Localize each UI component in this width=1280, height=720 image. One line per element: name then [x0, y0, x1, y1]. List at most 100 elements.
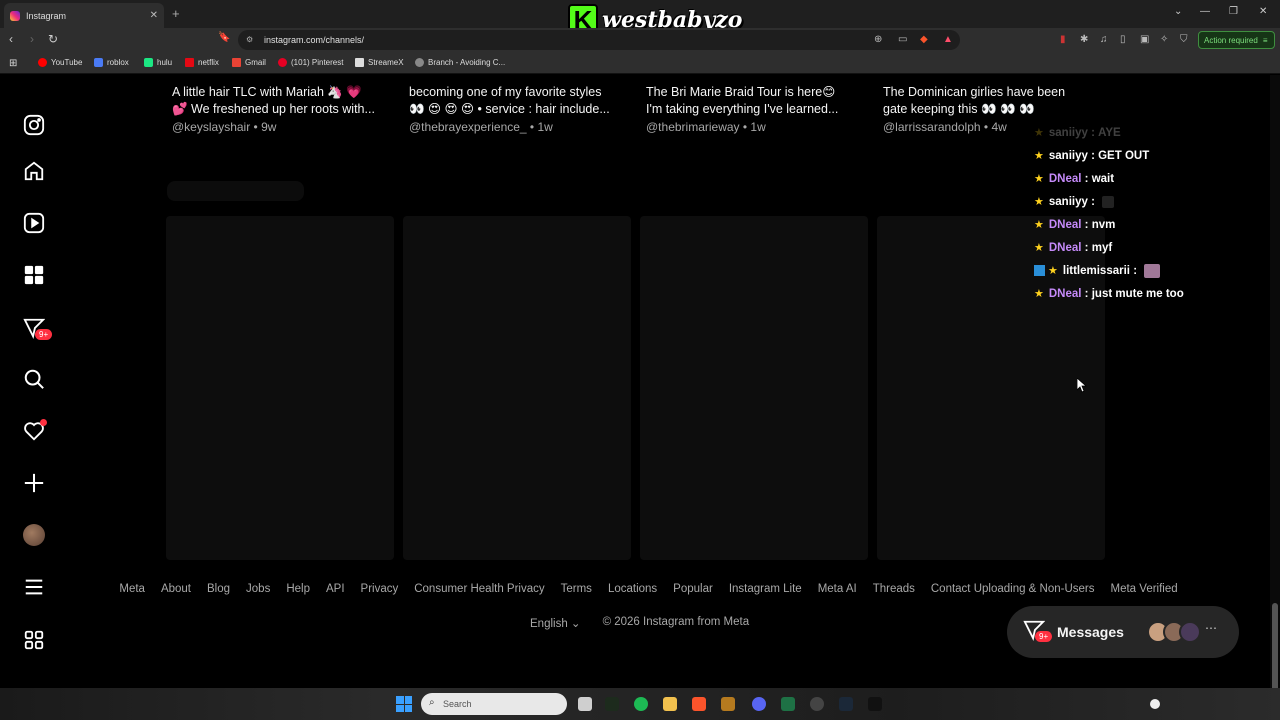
heart-icon[interactable]	[21, 418, 47, 444]
close-window-icon[interactable]: ✕	[1259, 6, 1267, 17]
explore-grid-icon[interactable]	[21, 262, 47, 288]
card-title[interactable]: A little hair TLC with Mariah 🦄 💗 💕 We f…	[172, 84, 392, 118]
windows-start-icon[interactable]	[396, 696, 412, 712]
taskbar-search[interactable]: ⌕ Search	[421, 693, 567, 715]
footer-link[interactable]: Instagram Lite	[729, 583, 802, 595]
vpn-icon[interactable]: ⛉	[1180, 34, 1188, 45]
bookmark-roblox[interactable]: roblox	[94, 58, 129, 67]
card-author[interactable]: @thebrayexperience_	[409, 120, 527, 134]
chat-message: ★ saniiyy :	[1034, 190, 1274, 213]
zoom-icon[interactable]: ⊕	[874, 34, 882, 45]
chat-message: ★ saniiyy : AYE	[1034, 126, 1121, 140]
card-meta: @larrissarandolph • 4w	[883, 120, 1007, 134]
card-title[interactable]: The Bri Marie Braid Tour is here😊 I'm ta…	[646, 84, 866, 118]
create-plus-icon[interactable]	[21, 470, 47, 496]
footer-link[interactable]: API	[326, 583, 345, 595]
search-icon[interactable]	[21, 366, 47, 392]
cast-icon[interactable]: ▭	[898, 34, 907, 45]
task-view-icon[interactable]	[578, 697, 592, 711]
globe-icon	[415, 58, 424, 67]
bookmark-branch[interactable]: Branch - Avoiding C...	[415, 58, 505, 67]
leo-ai-icon[interactable]: ✧	[1160, 34, 1168, 45]
tab-title: Instagram	[26, 10, 67, 21]
address-bar[interactable]: ⚙ instagram.com/channels/ ⊕ ▭ ◆ ▲	[238, 30, 960, 50]
cloud-icon[interactable]	[1150, 699, 1160, 709]
reload-icon[interactable]: ↻	[48, 32, 58, 46]
new-tab-icon[interactable]: +	[172, 6, 180, 21]
badge-icon	[1034, 265, 1045, 276]
footer-link[interactable]: Locations	[608, 583, 657, 595]
home-icon[interactable]	[21, 158, 47, 184]
instagram-logo-icon[interactable]	[21, 112, 47, 138]
brave-browser-icon[interactable]	[692, 697, 706, 711]
chat-message: ★ saniiyy : GET OUT	[1034, 149, 1150, 163]
browser-toolbar: ‹ › ↻ 🔖 ⚙ instagram.com/channels/ ⊕ ▭ ◆ …	[0, 28, 1280, 52]
language-select[interactable]: English ⌄	[530, 616, 581, 630]
messages-label: Messages	[1057, 624, 1124, 640]
profile-avatar[interactable]	[21, 522, 47, 548]
page-scrollbar[interactable]	[1270, 75, 1280, 720]
app-icon[interactable]	[721, 697, 735, 711]
footer-link[interactable]: Meta	[119, 583, 145, 595]
footer-link[interactable]: Popular	[673, 583, 713, 595]
card-title[interactable]: The Dominican girlies have been gate kee…	[883, 84, 1103, 118]
card-author[interactable]: @larrissarandolph	[883, 120, 981, 134]
app-icon[interactable]	[810, 697, 824, 711]
discord-icon[interactable]	[752, 697, 766, 711]
steam-icon[interactable]	[839, 697, 853, 711]
footer-link[interactable]: Terms	[561, 583, 592, 595]
also-from-meta-icon[interactable]	[21, 627, 47, 653]
copyright: © 2026 Instagram from Meta	[602, 616, 750, 628]
footer-link[interactable]: Blog	[207, 583, 230, 595]
close-tab-icon[interactable]: ✕	[150, 10, 158, 21]
apps-grid-icon[interactable]: ⊞	[9, 58, 17, 69]
extension-icon[interactable]: ▮	[1060, 34, 1066, 45]
chat-message: ★ DNeal : just mute me too	[1034, 287, 1184, 301]
footer-link[interactable]: Meta AI	[818, 583, 857, 595]
bookmark-icon[interactable]: 🔖	[218, 32, 230, 43]
app-icon[interactable]	[605, 697, 619, 711]
star-icon: ★	[1034, 196, 1044, 208]
footer-link[interactable]: Help	[286, 583, 310, 595]
bookmark-streamex[interactable]: StreameX	[355, 58, 404, 67]
bookmark-pinterest[interactable]: (101) Pinterest	[278, 58, 343, 67]
bookmark-netflix[interactable]: netflix	[185, 58, 219, 67]
bookmark-hulu[interactable]: hulu	[144, 58, 172, 67]
footer-link[interactable]: Contact Uploading & Non-Users	[931, 583, 1095, 595]
restore-icon[interactable]: ❐	[1229, 6, 1238, 17]
browser-tab-instagram[interactable]: Instagram ✕	[4, 3, 164, 28]
card-author[interactable]: @keyslayshair	[172, 120, 250, 134]
footer-link[interactable]: Consumer Health Privacy	[414, 583, 544, 595]
file-explorer-icon[interactable]	[663, 697, 677, 711]
brave-rewards-icon[interactable]: ▲	[943, 34, 953, 45]
action-required-button[interactable]: Action required ≡	[1198, 31, 1275, 49]
footer-link[interactable]: About	[161, 583, 191, 595]
url-text: instagram.com/channels/	[264, 35, 365, 45]
card-title[interactable]: becoming one of my favorite styles 👀 😍 😍…	[409, 84, 629, 118]
spotify-icon[interactable]	[634, 697, 648, 711]
brave-shield-icon[interactable]: ◆	[920, 34, 928, 45]
footer-link[interactable]: Jobs	[246, 583, 270, 595]
minimize-icon[interactable]: —	[1200, 6, 1210, 17]
reels-icon[interactable]	[21, 210, 47, 236]
back-icon[interactable]: ‹	[9, 32, 13, 46]
tiktok-icon[interactable]	[868, 697, 882, 711]
sidebar-toggle-icon[interactable]: ▯	[1120, 34, 1126, 45]
excel-icon[interactable]	[781, 697, 795, 711]
messages-button[interactable]: 9+ Messages ⋯	[1007, 606, 1239, 658]
bookmark-gmail[interactable]: Gmail	[232, 58, 266, 67]
footer-link[interactable]: Meta Verified	[1111, 583, 1178, 595]
bookmark-youtube[interactable]: YouTube	[38, 58, 82, 67]
footer-link[interactable]: Threads	[873, 583, 915, 595]
tab-search-chevron-icon[interactable]: ⌄	[1174, 6, 1182, 17]
wallet-icon[interactable]: ▣	[1140, 34, 1149, 45]
more-dots-icon: ⋯	[1205, 621, 1217, 635]
media-icon[interactable]: ♫	[1100, 34, 1108, 45]
site-info-icon[interactable]: ⚙	[246, 35, 256, 45]
card-author[interactable]: @thebrimarieway	[646, 120, 740, 134]
forward-icon[interactable]: ›	[30, 32, 34, 46]
loading-card-placeholder	[166, 216, 394, 560]
footer-link[interactable]: Privacy	[361, 583, 399, 595]
extensions-puzzle-icon[interactable]: ✱	[1080, 34, 1088, 45]
direct-messages-icon[interactable]: 9+	[21, 315, 53, 341]
